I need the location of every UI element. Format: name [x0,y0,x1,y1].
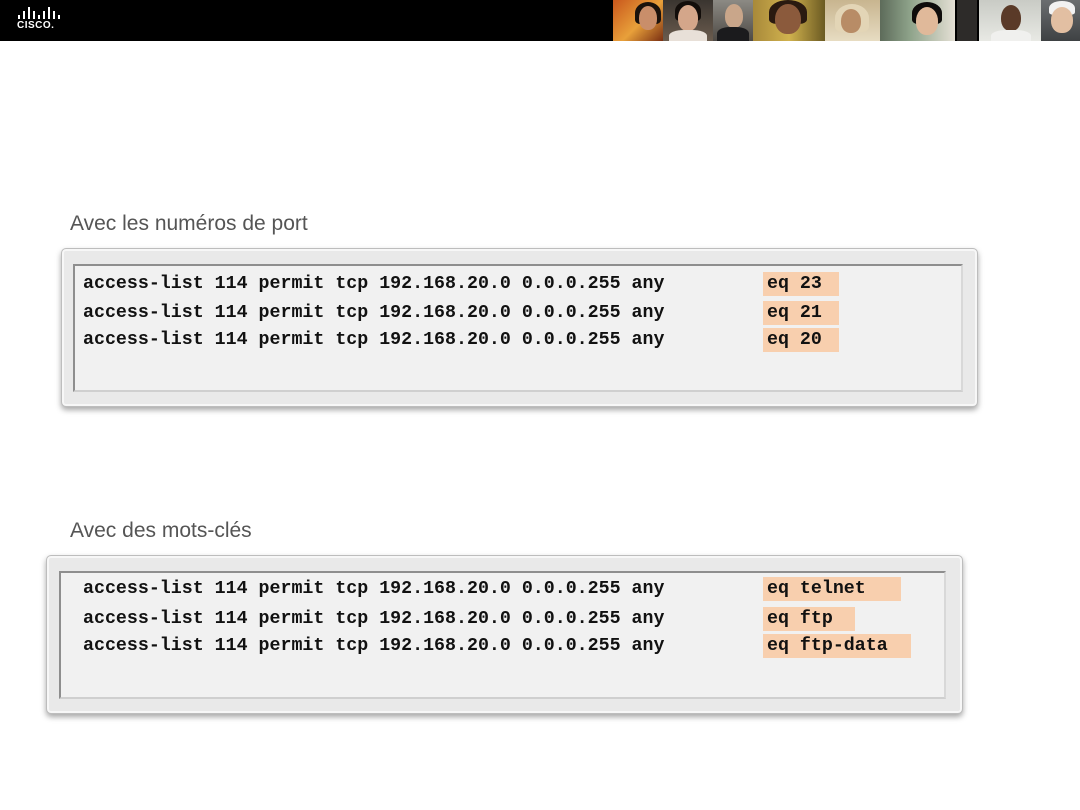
acl-command: access-list 114 permit tcp 192.168.20.0 … [83,330,665,350]
header-photo [880,0,955,41]
code-box: access-list 114 permit tcp 192.168.20.0 … [73,264,963,392]
code-box: access-list 114 permit tcp 192.168.20.0 … [59,571,946,699]
section-title-port-numbers: Avec les numéros de port [70,212,308,235]
acl-port-keyword: eq 23 [767,274,822,294]
acl-command: access-list 114 permit tcp 192.168.20.0 … [83,609,665,629]
header-photo [957,0,977,41]
acl-port-keyword: eq ftp [767,609,833,629]
header-photo [825,0,880,41]
acl-command: access-list 114 permit tcp 192.168.20.0 … [83,274,665,294]
acl-port-keyword: eq 21 [767,303,822,323]
header-photo [663,0,713,41]
header-photo [753,0,825,41]
acl-command: access-list 114 permit tcp 192.168.20.0 … [83,579,665,599]
header-photo [979,0,1041,41]
header-bar: CISCO. [0,0,1080,41]
cisco-bars-icon [18,7,60,19]
section-title-keywords: Avec des mots-clés [70,519,252,542]
header-photo [713,0,753,41]
acl-command: access-list 114 permit tcp 192.168.20.0 … [83,303,665,323]
header-photo [1041,0,1080,41]
cisco-logo: CISCO. [17,7,61,35]
header-photo [613,0,663,41]
acl-port-keyword: eq ftp-data [767,636,888,656]
acl-port-keyword: eq telnet [767,579,866,599]
code-panel-port-numbers: access-list 114 permit tcp 192.168.20.0 … [61,248,978,407]
logo-text: CISCO. [17,20,55,31]
acl-port-keyword: eq 20 [767,330,822,350]
code-panel-keywords: access-list 114 permit tcp 192.168.20.0 … [46,555,963,714]
acl-command: access-list 114 permit tcp 192.168.20.0 … [83,636,665,656]
header-photo-strip [613,0,1080,41]
